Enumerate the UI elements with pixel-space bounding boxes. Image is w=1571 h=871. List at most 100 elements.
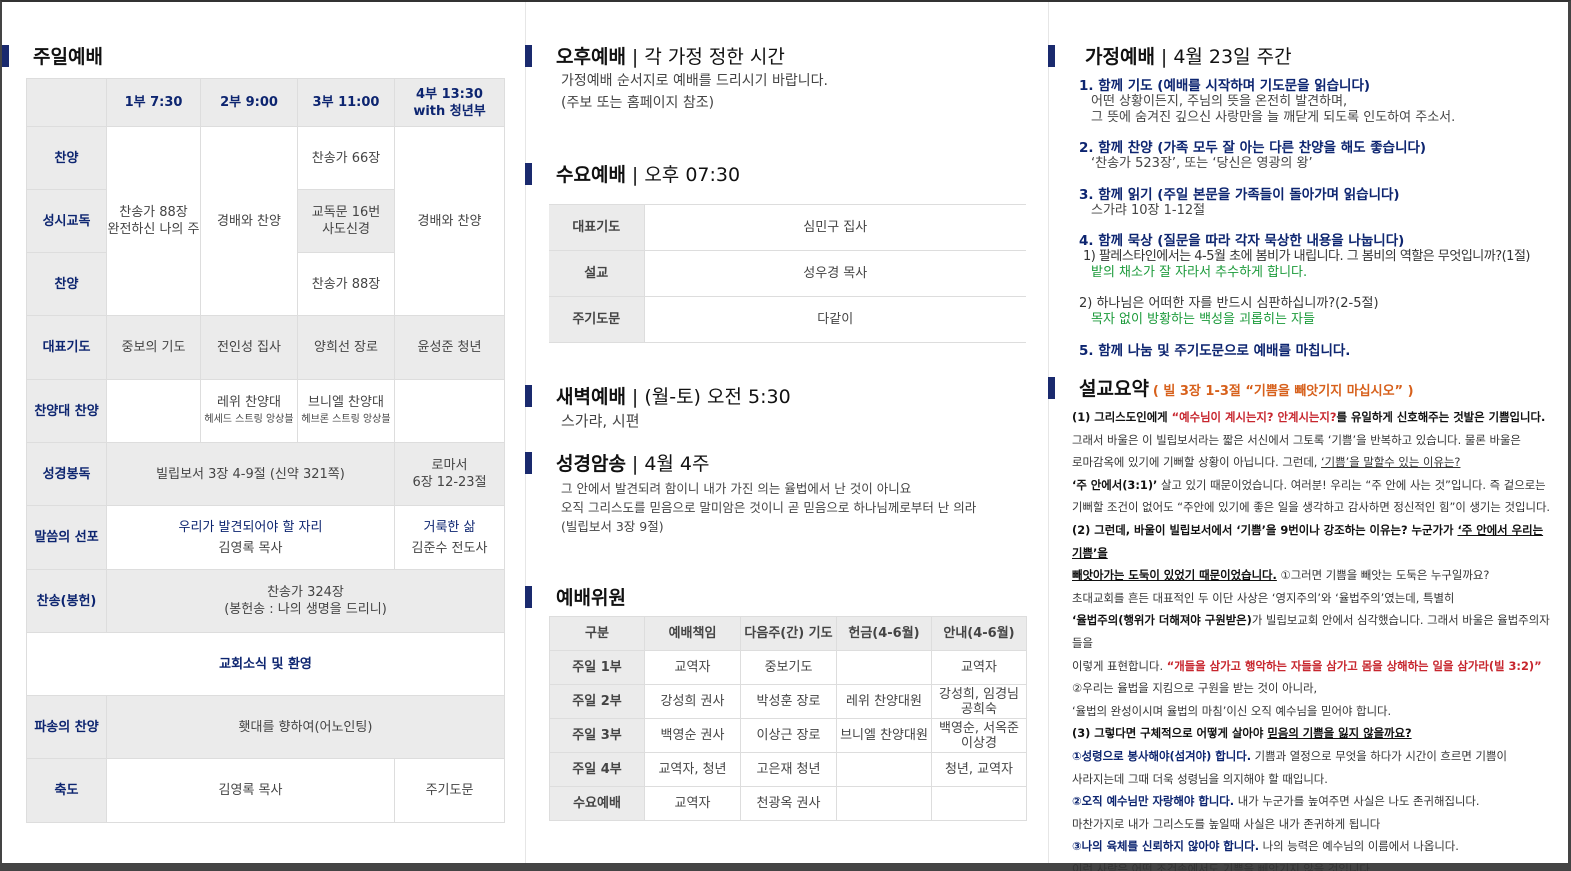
wednesday-title: 수요예배 | 오후 07:30 bbox=[525, 160, 740, 187]
cell-choir-2: 레위 찬양대 헤세드 스트링 앙상블 bbox=[200, 379, 298, 443]
afternoon-title-text: 오후예배 bbox=[556, 46, 626, 68]
cell-sending: 횃대를 향하여(어노인팅) bbox=[106, 695, 505, 759]
cell-prayer-1: 중보의 기도 bbox=[106, 315, 201, 380]
staff-cell: 강성희, 임경님 공희숙 bbox=[931, 684, 1027, 719]
staff-cell bbox=[931, 786, 1027, 821]
dawn-subtitle: (월-토) 오전 5:30 bbox=[644, 386, 791, 408]
home-step-2: 2. 함께 찬양 (가족 모두 잘 아는 다른 찬양을 해도 좋습니다) ‘찬송… bbox=[1079, 140, 1426, 172]
staff-cell: 고은재 청년 bbox=[740, 752, 837, 787]
staff-cell: 레위 찬양대원 bbox=[836, 684, 932, 719]
home-step-4-answer1: 밭의 채소가 잘 자라서 추수하게 합니다. bbox=[1091, 265, 1308, 280]
staff-header: 예배책임 bbox=[644, 616, 741, 651]
home-step-2-heading: 2. 함께 찬양 (가족 모두 잘 아는 다른 찬양을 해도 좋습니다) bbox=[1079, 140, 1427, 156]
staff-cell bbox=[836, 650, 932, 685]
choir-3-ensemble: 헤브론 스트링 앙상블 bbox=[301, 414, 391, 425]
home-step-3: 3. 함께 읽기 (주일 본문을 가족들이 돌아가며 읽습니다) 스가랴 10장… bbox=[1079, 187, 1400, 219]
cell-1bu-top: 찬송가 88장 완전하신 나의 주 bbox=[106, 126, 201, 316]
staff-cell: 수요예배 bbox=[549, 786, 645, 821]
row-label-reading: 성경봉독 bbox=[26, 442, 107, 506]
staff-cell: 백영순, 서옥준 이상경 bbox=[931, 718, 1027, 753]
sunday-worship-table: 1부 7:30 2부 9:00 3부 11:00 4부 13:30 with 청… bbox=[26, 78, 505, 823]
choir-3-name: 브니엘 찬양대 bbox=[308, 395, 384, 410]
home-step-5: 5. 함께 나눔 및 주기도문으로 예배를 마칩니다. bbox=[1079, 343, 1350, 359]
staff-cell: 교역자 bbox=[931, 650, 1027, 685]
header-1bu: 1부 7:30 bbox=[106, 78, 201, 127]
cell-news: 교회소식 및 환영 bbox=[26, 632, 505, 696]
home-step-1-text2: 그 뜻에 숨겨진 깊으신 사랑만을 늘 깨닫게 되도록 인도하여 주소서. bbox=[1091, 110, 1456, 125]
home-step-2-text: ‘찬송가 523장’, 또는 ‘당신은 영광의 왕’ bbox=[1091, 156, 1313, 171]
home-title: 가정예배 | 4월 23일 주간 bbox=[1048, 42, 1292, 69]
summary-text: 빼앗아가는 도둑이 있었기 때문이었습니다. bbox=[1072, 568, 1277, 583]
staff-cell: 교역자 bbox=[644, 786, 741, 821]
staff-cell: 박성훈 장로 bbox=[740, 684, 837, 719]
cell-choir-4 bbox=[394, 379, 505, 443]
sermon-4bu-speaker: 김준수 전도사 bbox=[411, 540, 488, 556]
cell-3bu-creed: 교독문 16번 사도신경 bbox=[297, 189, 395, 253]
home-step-3-heading: 3. 함께 읽기 (주일 본문을 가족들이 돌아가며 읽습니다) bbox=[1079, 187, 1400, 203]
row-label-sermon: 말씀의 선포 bbox=[26, 505, 107, 570]
home-step-1-heading: 1. 함께 기도 (예배를 시작하며 기도문을 읽습니다) bbox=[1079, 78, 1371, 94]
summary-text: ②우리는 율법을 지킴으로 구원을 받는 것이 아니라, bbox=[1072, 681, 1318, 696]
staff-cell: 주일 1부 bbox=[549, 650, 645, 685]
cell-sermon-4bu: 거룩한 삶김준수 전도사 bbox=[394, 505, 505, 570]
section-bar bbox=[525, 162, 532, 185]
row-label-blessing: 축도 bbox=[26, 758, 107, 823]
staff-cell: 중보기도 bbox=[740, 650, 837, 685]
cell-choir-1 bbox=[106, 379, 201, 443]
table-row: 수요예배 교역자 천광옥 권사 bbox=[549, 786, 1027, 821]
sermon-4bu-title: 거룩한 삶 bbox=[423, 519, 476, 535]
home-step-4-heading: 4. 함께 묵상 (질문을 따라 각자 묵상한 내용을 나눕니다) bbox=[1079, 233, 1405, 249]
staff-title: 예배위원 bbox=[525, 583, 626, 610]
table-row: 주일 2부 강성희 권사 박성훈 장로 레위 찬양대원 강성희, 임경님 공희숙 bbox=[549, 684, 1027, 719]
summary-text: (1) 그리스도인에게 bbox=[1072, 410, 1172, 424]
section-bar bbox=[525, 384, 532, 407]
row-label-sending: 파송의 찬양 bbox=[26, 695, 107, 759]
dawn-title-text: 새벽예배 bbox=[556, 386, 626, 408]
staff-cell bbox=[836, 752, 932, 787]
summary-title-text: 설교요약 bbox=[1079, 378, 1149, 400]
wed-label-lordsprayer: 주기도문 bbox=[549, 296, 645, 343]
corner-cell bbox=[26, 78, 107, 127]
cell-offering: 찬송가 324장 (봉헌송 : 나의 생명을 드리니) bbox=[106, 569, 505, 633]
section-bar bbox=[525, 585, 532, 608]
staff-cell: 브니엘 찬양대원 bbox=[836, 718, 932, 753]
bulletin-page: 주일예배 1부 7:30 2부 9:00 3부 11:00 4부 13:30 w… bbox=[0, 0, 1571, 871]
row-label-offering: 찬송(봉헌) bbox=[26, 569, 107, 633]
table-row: 주일 1부 교역자 중보기도 교역자 bbox=[549, 650, 1027, 685]
staff-header: 안내(4-6월) bbox=[931, 616, 1027, 651]
summary-text: 를 유일하게 신호해주는 것발은 기쁨입니다. bbox=[1336, 410, 1546, 424]
staff-cell: 강성희 권사 bbox=[644, 684, 741, 719]
cell-blessing-4bu: 주기도문 bbox=[394, 758, 505, 823]
memory-verse: 그 안에서 발견되려 함이니 내가 가진 의는 율법에서 난 것이 아니요 오직… bbox=[561, 479, 976, 536]
wed-label-prayer: 대표기도 bbox=[549, 204, 645, 251]
staff-cell: 청년, 교역자 bbox=[931, 752, 1027, 787]
staff-header: 다음주(간) 기도 bbox=[740, 616, 837, 651]
section-bar bbox=[1048, 376, 1055, 399]
summary-text: ①그러면 기쁨을 빼앗는 도둑은 누구일까요? bbox=[1276, 568, 1490, 583]
home-step-3-text: 스가랴 10장 1-12절 bbox=[1091, 203, 1206, 218]
home-step-4: 4. 함께 묵상 (질문을 따라 각자 묵상한 내용을 나눕니다) 1) 팔레스… bbox=[1079, 233, 1530, 328]
summary-text: 사라지는데 그때 더욱 성령님을 의지해야 할 때입니다. bbox=[1072, 771, 1328, 786]
row-label-choir: 찬양대 찬양 bbox=[26, 379, 107, 443]
wed-value-lordsprayer: 다같이 bbox=[644, 296, 1026, 343]
afternoon-line1: 가정예배 순서지로 예배를 드리시기 바랍니다. bbox=[561, 73, 828, 89]
summary-text: 살고 있기 때문이었습니다. 여러분! 우리는 “주 안에 사는 것”입니다. … bbox=[1157, 477, 1546, 492]
summary-text: ‘기쁨’을 말할수 있는 이유는? bbox=[1321, 455, 1461, 470]
memory-line1: 그 안에서 발견되려 함이니 내가 가진 의는 율법에서 난 것이 아니요 bbox=[561, 481, 912, 496]
summary-text: 그래서 바울은 이 빌립보서라는 짧은 서신에서 그토록 ‘기쁨’을 반복하고 … bbox=[1072, 432, 1521, 447]
header-3bu: 3부 11:00 bbox=[297, 78, 395, 127]
summary-text: 나의 능력은 예수님의 이름에서 나옵니다. bbox=[1259, 839, 1459, 854]
cell-reading-main: 빌립보서 3장 4-9절 (신약 321쪽) bbox=[106, 442, 395, 506]
staff-cell: 교역자 bbox=[644, 650, 741, 685]
staff-cell: 주일 2부 bbox=[549, 684, 645, 719]
summary-text: 내가 누군가를 높여주면 사실은 나도 존귀해집니다. bbox=[1234, 794, 1480, 809]
summary-title: 설교요약 ( 빌 3장 1-3절 “기쁨을 빼앗기지 마십시오” ) bbox=[1048, 374, 1414, 401]
memory-line2: 오직 그리스도를 믿음으로 말미암은 것이니 곧 믿음으로 하나님께로부터 난 … bbox=[561, 500, 977, 515]
staff-cell: 주일 3부 bbox=[549, 718, 645, 753]
home-step-5-heading: 5. 함께 나눔 및 주기도문으로 예배를 마칩니다. bbox=[1079, 343, 1351, 359]
cell-reading-4bu: 로마서 6장 12-23절 bbox=[394, 442, 505, 506]
sunday-title: 주일예배 bbox=[2, 42, 103, 69]
memory-line3: (빌립보서 3장 9절) bbox=[561, 519, 664, 534]
home-step-4-question1: 1) 팔레스타인에서는 4-5월 초에 봄비가 내립니다. 그 봄비의 역할은 … bbox=[1083, 249, 1530, 264]
home-step-1-text1: 어떤 상황이든지, 주님의 뜻을 온전히 발견하며, bbox=[1091, 94, 1348, 109]
